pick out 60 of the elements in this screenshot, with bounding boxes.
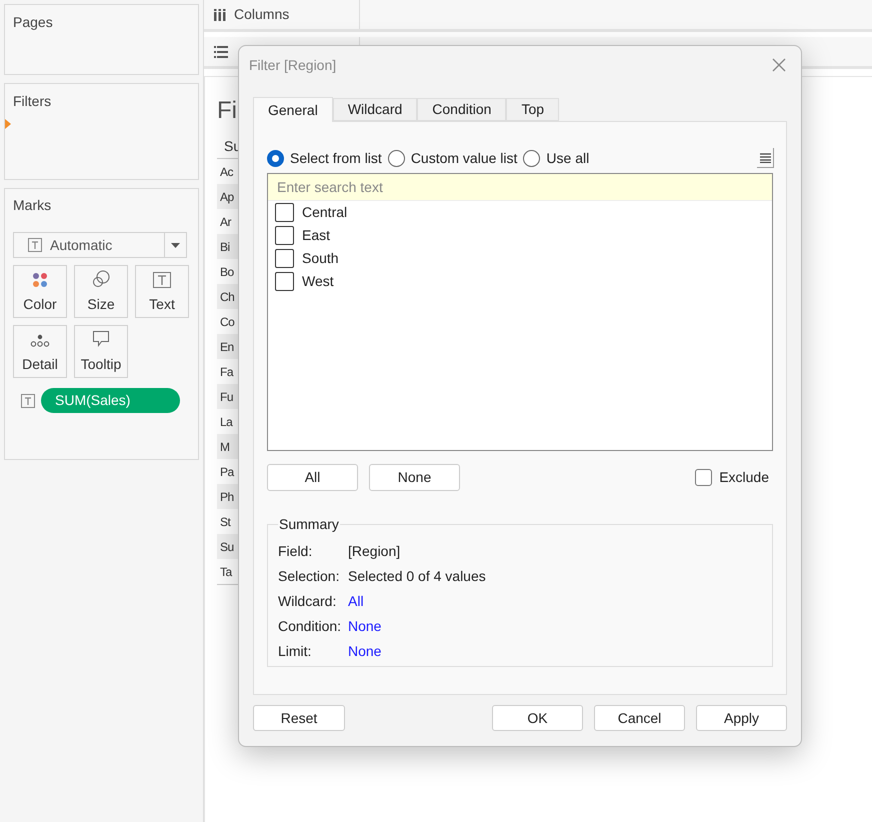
summary-label: Field: <box>278 542 314 560</box>
summary-label: Wildcard: <box>278 592 338 610</box>
sheet-title: Fi <box>217 96 237 126</box>
list-button[interactable]: All <box>267 464 358 491</box>
speech-bubble-icon <box>92 330 110 348</box>
tab[interactable]: Condition <box>417 98 506 121</box>
row-header: Ac <box>219 164 234 180</box>
size-circles-icon <box>92 270 110 288</box>
columns-shelf-label: Columns <box>204 0 360 29</box>
card-title: Marks <box>13 196 52 215</box>
columns-icon <box>214 8 226 20</box>
caret-icon <box>171 242 180 248</box>
card-title: Filters <box>13 93 52 109</box>
detail-dots-icon <box>30 334 50 348</box>
text-icon <box>153 272 171 288</box>
reset-button[interactable]: Reset <box>253 705 345 731</box>
dialog-button[interactable]: Cancel <box>594 705 685 731</box>
row-header: Ta <box>219 564 234 580</box>
radio-option[interactable]: Use all <box>523 148 590 168</box>
row-header: Ar <box>219 214 232 230</box>
summary-label: Limit: <box>278 642 312 660</box>
row-header: La <box>219 414 234 430</box>
summary-label: Selection: <box>278 567 340 585</box>
summary-link[interactable]: All <box>348 591 762 610</box>
mark-property-button[interactable]: Color <box>13 265 67 318</box>
summary-label: Condition: <box>278 617 342 635</box>
color-dots-icon <box>32 272 48 288</box>
dialog-button[interactable]: OK <box>492 705 583 731</box>
drop-marker-icon <box>5 119 11 129</box>
summary-value: [Region] <box>348 542 402 560</box>
search-field[interactable]: Enter search text <box>268 174 772 201</box>
summary-title: Summary <box>278 515 340 534</box>
card-title: Pages <box>13 14 53 30</box>
mark-property-button[interactable]: Text <box>135 265 189 318</box>
list-button[interactable]: None <box>369 464 460 491</box>
text-icon <box>28 238 42 252</box>
rows-icon <box>214 46 228 58</box>
mark-property-button[interactable]: Detail <box>13 325 67 378</box>
close-icon <box>772 58 786 72</box>
summary-link[interactable]: None <box>348 641 762 660</box>
tab[interactable]: Top <box>506 98 560 121</box>
dialog-title: Filter [Region] <box>249 56 336 75</box>
mark-type-dropdown[interactable]: Automatic <box>13 232 187 258</box>
summary-value: Selected 0 of 4 values <box>348 567 487 585</box>
row-header: Co <box>219 314 236 330</box>
summary-link[interactable]: None <box>348 616 762 635</box>
exclude-checkbox[interactable]: Exclude <box>695 467 769 488</box>
tab[interactable]: Wildcard <box>332 98 418 121</box>
row-header: Bo <box>219 264 235 280</box>
mark-property-button[interactable]: Size <box>74 265 128 318</box>
row-header: St <box>219 514 232 530</box>
row-header: Pa <box>219 464 236 480</box>
text-icon <box>21 394 35 408</box>
menu-icon <box>760 152 770 162</box>
row-header: Fa <box>219 364 234 380</box>
dialog-button[interactable]: Apply <box>696 705 787 731</box>
radio-option[interactable]: Custom value list <box>388 148 518 168</box>
list-menu-button[interactable] <box>757 148 774 168</box>
mark-property-button[interactable]: Tooltip <box>74 325 128 378</box>
tab[interactable]: General <box>253 97 333 122</box>
